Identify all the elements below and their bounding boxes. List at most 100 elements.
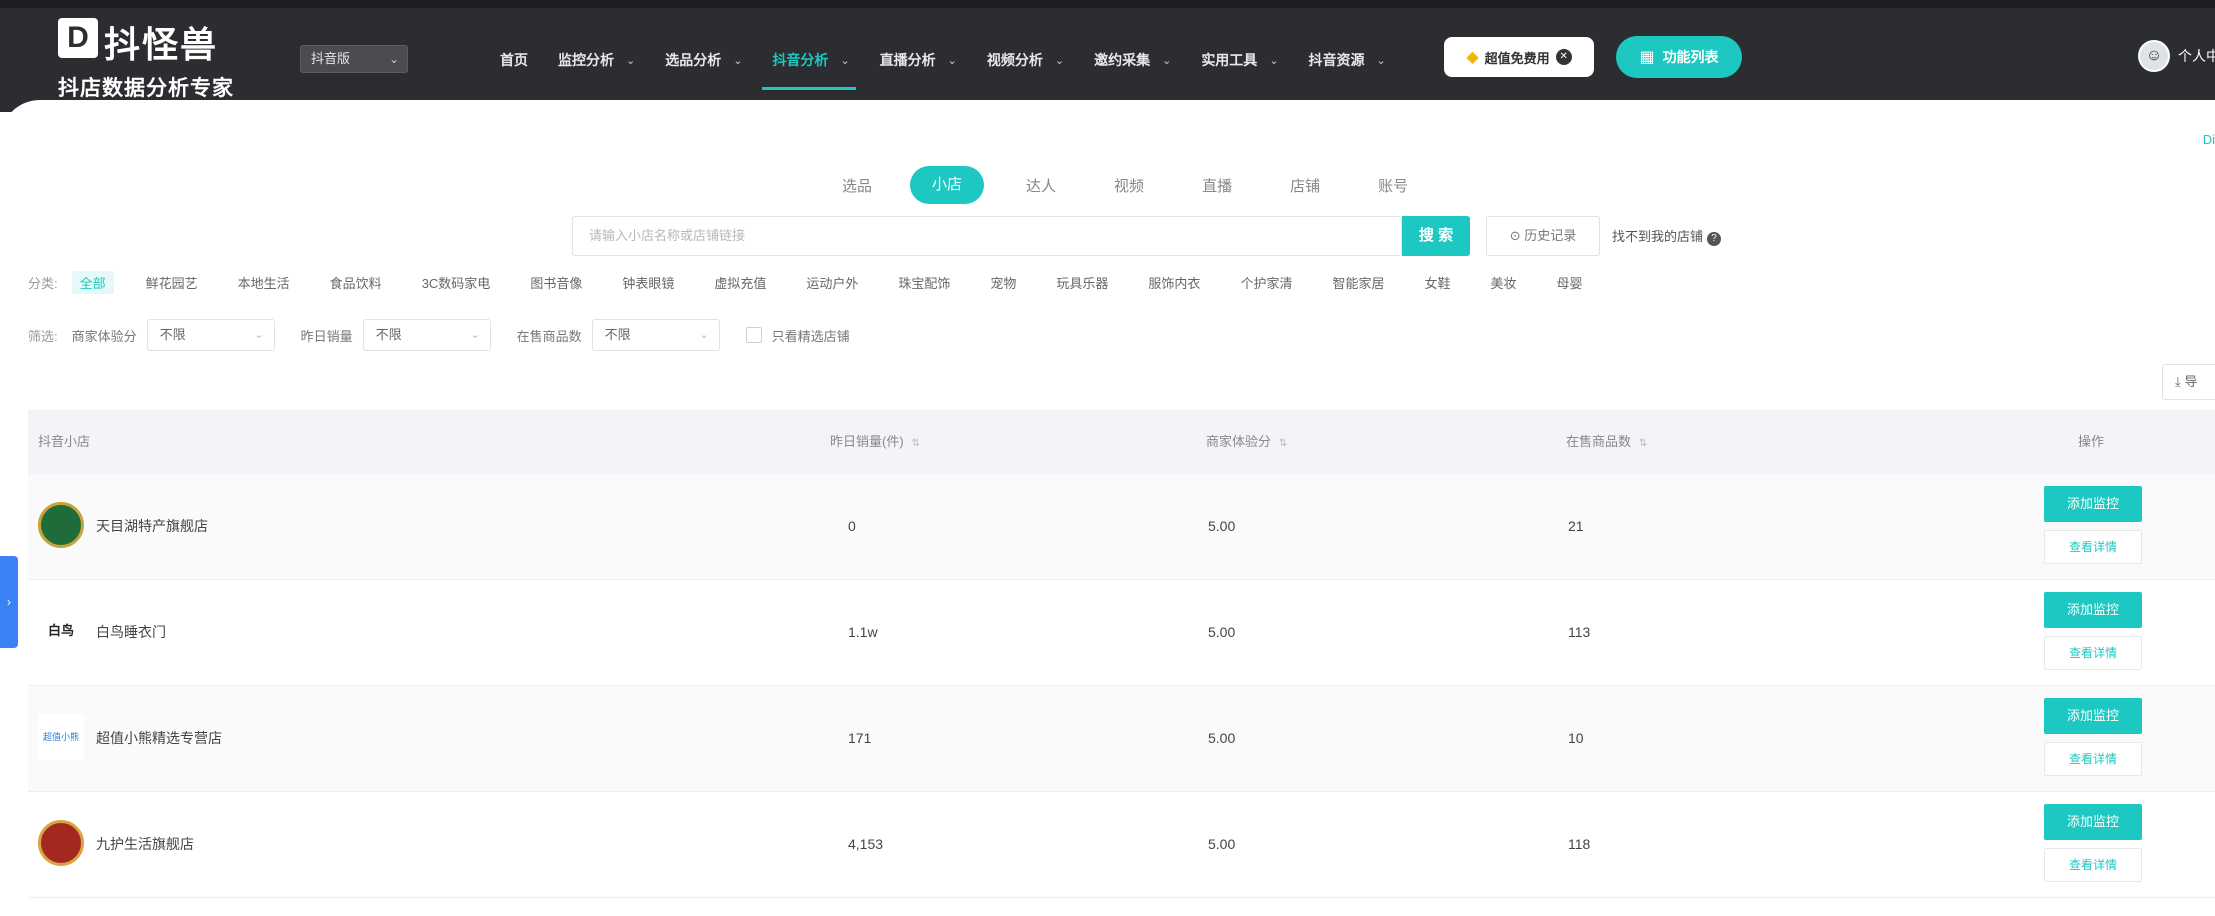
column-header-sales[interactable]: 昨日销量(件) ⇅ — [830, 410, 920, 476]
featured-checkbox-label: 只看精选店铺 — [771, 328, 850, 344]
shop-logo: 白鸟 — [38, 608, 84, 654]
shop-name[interactable]: 白鸟睡衣门 — [96, 580, 166, 684]
user-label: 个人中 — [2178, 48, 2215, 64]
avatar: ☺ — [2138, 40, 2170, 72]
table-row[interactable]: 九护生活旗舰店 4,153 5.00 118 添加监控 查看详情 — [28, 792, 2215, 898]
not-found-link[interactable]: 找不到我的店铺? — [1612, 226, 1722, 246]
category-item[interactable]: 运动户外 — [806, 273, 858, 292]
products-cell: 113 — [1568, 624, 1591, 640]
add-monitor-button[interactable]: 添加监控 — [2044, 698, 2142, 734]
chevron-down-icon: ⌄ — [254, 329, 264, 341]
category-item[interactable]: 玩具乐器 — [1056, 273, 1108, 292]
category-item[interactable]: 图书音像 — [530, 273, 582, 292]
category-item[interactable]: 本地生活 — [238, 273, 290, 292]
sort-icon[interactable]: ⇅ — [1279, 438, 1287, 449]
corner-link[interactable]: Di — [2203, 132, 2215, 147]
score-cell: 5.00 — [1208, 836, 1236, 852]
nav-item-resources[interactable]: 抖音资源 ⌄ — [1309, 40, 1386, 80]
tab-influencer[interactable]: 达人 — [1026, 175, 1056, 196]
free-trial-button[interactable]: ◆ 超值免费用 ✕ — [1444, 37, 1594, 77]
table-row[interactable]: 白鸟 白鸟睡衣门 1.1w 5.00 113 添加监控 查看详情 — [28, 580, 2215, 686]
nav-item-label: 抖音分析 — [772, 52, 829, 68]
daily-sales-select[interactable]: 不限 ⌄ — [362, 319, 491, 351]
table-row[interactable]: 超值小熊 超值小熊精选专营店 171 5.00 10 添加监控 查看详情 — [28, 686, 2215, 792]
score-cell: 5.00 — [1208, 730, 1236, 746]
view-details-button[interactable]: 查看详情 — [2044, 848, 2142, 882]
view-details-button[interactable]: 查看详情 — [2044, 636, 2142, 670]
experience-score-select[interactable]: 不限 ⌄ — [146, 319, 275, 351]
sales-cell: 4,153 — [848, 836, 884, 852]
add-monitor-button[interactable]: 添加监控 — [2044, 804, 2142, 840]
sales-cell: 1.1w — [848, 624, 878, 640]
search-button[interactable]: 搜 索 — [1402, 216, 1470, 256]
nav-item-home[interactable]: 首页 — [500, 40, 528, 80]
feature-list-button[interactable]: ▦ 功能列表 — [1616, 36, 1742, 78]
score-cell: 5.00 — [1208, 518, 1236, 534]
category-label: 分类: — [28, 275, 58, 291]
category-item[interactable]: 珠宝配饰 — [898, 273, 950, 292]
nav-item-product[interactable]: 选品分析 ⌄ — [665, 40, 742, 80]
category-item[interactable]: 鲜花园艺 — [146, 273, 198, 292]
category-item[interactable]: 宠物 — [990, 273, 1016, 292]
sort-icon[interactable]: ⇅ — [1639, 438, 1647, 449]
platform-select[interactable]: 抖音版 ⌄ — [300, 45, 408, 73]
category-item[interactable]: 美妆 — [1490, 273, 1516, 292]
nav-item-monitor[interactable]: 监控分析 ⌄ — [558, 40, 635, 80]
products-cell: 10 — [1568, 730, 1584, 746]
brand-mark-icon: D — [58, 18, 98, 58]
history-button[interactable]: ⊙ 历史记录 — [1486, 216, 1600, 256]
sales-cell: 171 — [848, 730, 872, 746]
category-item[interactable]: 全部 — [71, 270, 114, 294]
category-item[interactable]: 个护家清 — [1240, 273, 1292, 292]
category-item[interactable]: 虚拟充值 — [714, 273, 766, 292]
category-item[interactable]: 母婴 — [1557, 273, 1583, 292]
search-input[interactable]: 请输入小店名称或店铺链接 — [572, 216, 1402, 256]
nav-item-invite[interactable]: 邀约采集 ⌄ — [1094, 40, 1171, 80]
category-item[interactable]: 女鞋 — [1424, 273, 1450, 292]
close-icon[interactable]: ✕ — [1555, 49, 1572, 65]
filter-name: 商家体验分 — [71, 328, 137, 344]
nav-item-label: 视频分析 — [986, 52, 1043, 68]
add-monitor-button[interactable]: 添加监控 — [2044, 486, 2142, 522]
nav-item-live[interactable]: 直播分析 ⌄ — [880, 40, 957, 80]
category-item[interactable]: 服饰内衣 — [1148, 273, 1200, 292]
view-details-button[interactable]: 查看详情 — [2044, 530, 2142, 564]
view-details-button[interactable]: 查看详情 — [2044, 742, 2142, 776]
tab-video[interactable]: 视频 — [1114, 175, 1144, 196]
product-count-select[interactable]: 不限 ⌄ — [591, 319, 720, 351]
nav-item-label: 实用工具 — [1201, 52, 1258, 68]
brand-logo[interactable]: D 抖怪兽 抖店数据分析专家 — [58, 16, 248, 100]
user-menu[interactable]: ☺ 个人中 — [2138, 40, 2215, 72]
nav-item-douyin[interactable]: 抖音分析 ⌄ — [762, 40, 856, 90]
chevron-down-icon: ⌄ — [1269, 54, 1279, 67]
chevron-down-icon: ⌄ — [1162, 54, 1172, 67]
score-cell: 5.00 — [1208, 624, 1236, 640]
sort-icon[interactable]: ⇅ — [912, 438, 920, 449]
shop-name[interactable]: 超值小熊精选专营店 — [96, 686, 222, 790]
side-expand-tab[interactable]: › — [0, 556, 18, 648]
products-cell: 21 — [1568, 518, 1584, 534]
shop-name[interactable]: 天目湖特产旗舰店 — [96, 474, 208, 578]
featured-checkbox[interactable] — [745, 327, 762, 343]
shop-name[interactable]: 九护生活旗舰店 — [96, 792, 194, 896]
export-button[interactable]: ⤓ 导 — [2162, 364, 2215, 400]
category-item[interactable]: 钟表眼镜 — [622, 273, 674, 292]
nav-item-video[interactable]: 视频分析 ⌄ — [987, 40, 1064, 80]
filter-label: 筛选: — [28, 328, 58, 344]
category-item[interactable]: 智能家居 — [1332, 273, 1384, 292]
nav-item-tools[interactable]: 实用工具 ⌄ — [1201, 40, 1278, 80]
nav-item-label: 邀约采集 — [1094, 52, 1151, 68]
tab-account[interactable]: 账号 — [1378, 175, 1408, 196]
category-item[interactable]: 食品饮料 — [330, 273, 382, 292]
tab-product[interactable]: 选品 — [842, 175, 872, 196]
category-item[interactable]: 3C数码家电 — [422, 273, 491, 292]
not-found-label: 找不到我的店铺 — [1612, 229, 1704, 244]
tab-store[interactable]: 店铺 — [1290, 175, 1320, 196]
tab-live[interactable]: 直播 — [1202, 175, 1232, 196]
column-header-products[interactable]: 在售商品数 ⇅ — [1566, 410, 1647, 476]
add-monitor-button[interactable]: 添加监控 — [2044, 592, 2142, 628]
shop-table: 抖音小店 昨日销量(件) ⇅ 商家体验分 ⇅ 在售商品数 ⇅ 操作 天目湖特产旗舰店 … — [28, 410, 2215, 898]
column-header-score[interactable]: 商家体验分 ⇅ — [1206, 410, 1287, 476]
tab-shop[interactable]: 小店 — [910, 166, 985, 204]
table-row[interactable]: 天目湖特产旗舰店 0 5.00 21 添加监控 查看详情 — [28, 474, 2215, 580]
